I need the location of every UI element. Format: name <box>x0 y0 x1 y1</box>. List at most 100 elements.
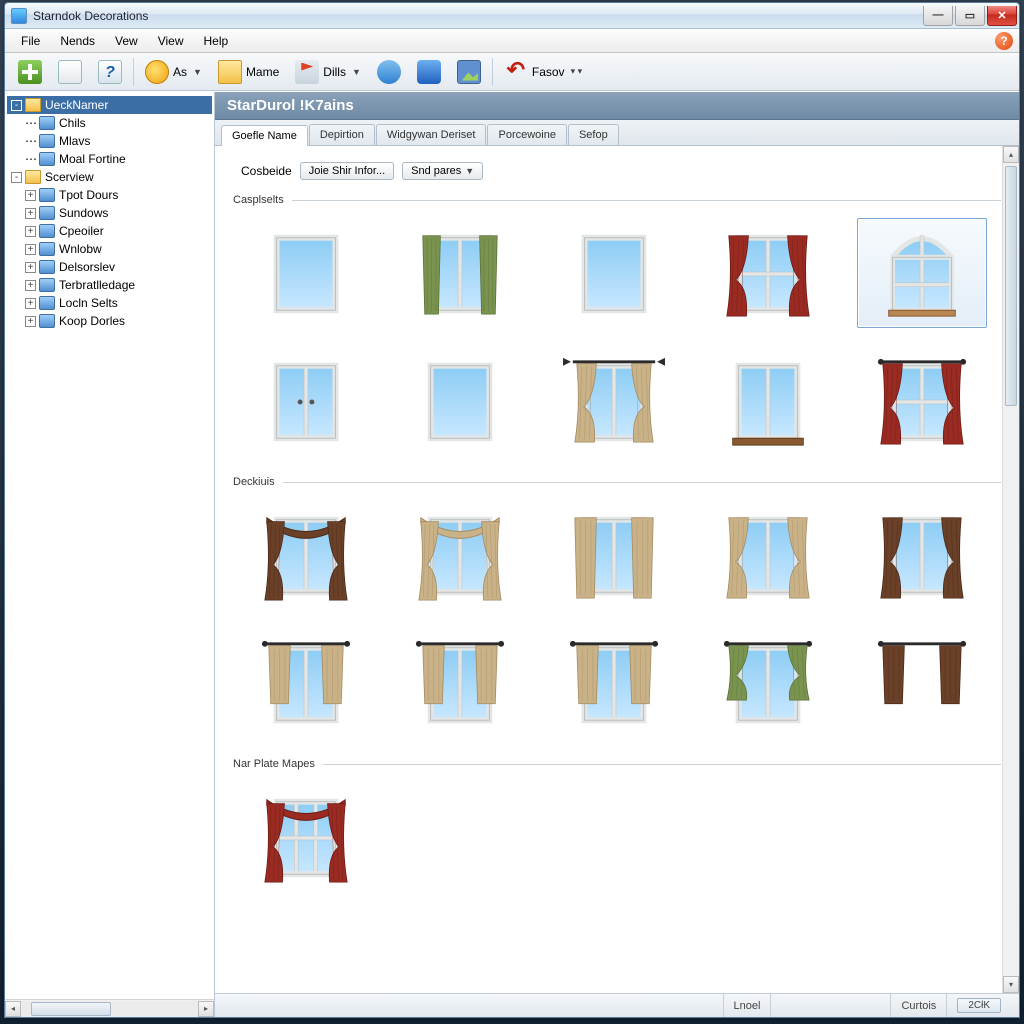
tab-goefle[interactable]: Goefle Name <box>221 125 308 146</box>
tree-item[interactable]: +Sundows <box>7 204 212 222</box>
tree-item[interactable]: +Terbratlledage <box>7 276 212 294</box>
tb-flag[interactable]: Dills▼ <box>288 56 368 88</box>
tree-label: Delsorslev <box>59 260 115 274</box>
section-1-title: Casplselts <box>233 194 284 206</box>
drape-tan-short-1[interactable] <box>241 628 371 738</box>
tree-root-2[interactable]: - Scerview <box>7 168 212 186</box>
tree-label: Tpot Dours <box>59 188 118 202</box>
window-arched[interactable] <box>857 218 987 328</box>
menu-help[interactable]: Help <box>194 31 239 51</box>
tb-pic[interactable] <box>450 56 488 88</box>
drape-green-tied[interactable] <box>703 628 833 738</box>
tree-label: Scerview <box>45 170 94 184</box>
tb-fasov-label: Fasov <box>532 65 565 79</box>
drape-tan-tied[interactable] <box>703 500 833 610</box>
tree-label: Locln Selts <box>59 296 118 310</box>
app-icon <box>11 8 27 24</box>
tab-sefop[interactable]: Sefop <box>568 124 619 145</box>
scroll-thumb[interactable] <box>31 1002 111 1016</box>
drape-brown-tied[interactable] <box>857 500 987 610</box>
node-icon <box>39 260 55 274</box>
divider <box>292 200 1001 201</box>
tb-doc[interactable] <box>51 56 89 88</box>
expand-icon[interactable]: + <box>25 262 36 273</box>
tb-search[interactable]: As▼ <box>138 56 209 88</box>
expand-icon[interactable]: - <box>11 172 22 183</box>
tree-item[interactable]: + Delsorslev <box>7 258 212 276</box>
expand-icon[interactable]: + <box>25 280 36 291</box>
tb-mame-label: Mame <box>246 65 279 79</box>
scroll-thumb[interactable] <box>1005 166 1017 406</box>
tree-item[interactable]: ⋯Mlavs <box>7 132 212 150</box>
window-sash[interactable] <box>703 346 833 456</box>
content-area: Cosbeide Joie Shir Infor... Snd pares▼ C… <box>215 146 1019 993</box>
toolbar: ? As▼ Mame Dills▼ Fasov▾ ▾ <box>5 53 1019 91</box>
expand-icon[interactable]: + <box>25 244 36 255</box>
expand-icon[interactable]: - <box>11 100 22 111</box>
drape-tan-swag[interactable] <box>395 500 525 610</box>
tree-item[interactable]: ⋯Chils <box>7 114 212 132</box>
menu-file[interactable]: File <box>11 31 50 51</box>
window-tan-open-rod[interactable] <box>549 346 679 456</box>
expand-icon[interactable]: + <box>25 190 36 201</box>
menu-nerds[interactable]: Nends <box>50 31 105 51</box>
tb-query[interactable]: ? <box>91 56 129 88</box>
tree-item[interactable]: +Cpeoiler <box>7 222 212 240</box>
titlebar: Starndok Decorations — ▭ ✕ <box>5 3 1019 29</box>
tree-item[interactable]: + Locln Selts <box>7 294 212 312</box>
menu-view[interactable]: View <box>148 31 194 51</box>
tab-depirtion[interactable]: Depirtion <box>309 124 375 145</box>
window-green-drapes[interactable] <box>395 218 525 328</box>
cosbeide-label: Cosbeide <box>241 164 292 178</box>
tree-label: Wnlobw <box>59 242 102 256</box>
drape-tan-straight[interactable] <box>549 500 679 610</box>
tree: -UeckNamer ⋯Chils ⋯Mlavs ⋯Moal Fortine -… <box>5 92 214 999</box>
tree-root-1[interactable]: -UeckNamer <box>7 96 212 114</box>
drape-tan-short-2[interactable] <box>395 628 525 738</box>
tree-item[interactable]: + Wnlobw <box>7 240 212 258</box>
window-casement[interactable] <box>241 346 371 456</box>
window-plain-1[interactable] <box>241 218 371 328</box>
gallery-2 <box>233 496 1001 750</box>
document-icon <box>58 60 82 84</box>
expand-icon[interactable]: + <box>25 298 36 309</box>
tb-add[interactable] <box>11 56 49 88</box>
tabstrip: Goefle Name Depirtion Widgywan Deriset P… <box>215 120 1019 146</box>
tb-folder[interactable]: Mame <box>211 56 286 88</box>
tb-tool[interactable] <box>370 56 408 88</box>
tb-key[interactable] <box>410 56 448 88</box>
gallery-3 <box>233 778 1001 904</box>
scroll-down[interactable]: ▾ <box>1003 976 1019 993</box>
tree-label: Chils <box>59 116 86 130</box>
window-red-tied[interactable] <box>703 218 833 328</box>
drape-brown-swag[interactable] <box>241 500 371 610</box>
btn-joie[interactable]: Joie Shir Infor... <box>300 162 394 180</box>
scroll-left[interactable]: ◂ <box>5 1001 21 1017</box>
scroll-right[interactable]: ▸ <box>198 1001 214 1017</box>
maximize-button[interactable]: ▭ <box>955 6 985 26</box>
tab-widgywan[interactable]: Widgywan Deriset <box>376 124 487 145</box>
status-ok-button[interactable]: 2CłK <box>957 998 1001 1013</box>
scroll-up[interactable]: ▴ <box>1003 146 1019 163</box>
window-red-full[interactable] <box>857 346 987 456</box>
drape-tan-short-3[interactable] <box>549 628 679 738</box>
tb-undo[interactable]: Fasov▾ ▾ <box>497 56 589 88</box>
drape-brown-panels[interactable] <box>857 628 987 738</box>
window-plain-2[interactable] <box>549 218 679 328</box>
tree-item[interactable]: +Koop Dorles <box>7 312 212 330</box>
expand-icon[interactable]: + <box>25 226 36 237</box>
expand-icon[interactable]: + <box>25 316 36 327</box>
menu-vew[interactable]: Vew <box>105 31 148 51</box>
node-icon <box>39 224 55 238</box>
tab-porcewoine[interactable]: Porcewoine <box>487 124 566 145</box>
plate-red-drape[interactable] <box>241 782 371 892</box>
expand-icon[interactable]: + <box>25 208 36 219</box>
tree-item[interactable]: ⋯Moal Fortine <box>7 150 212 168</box>
main-panel: StarDurol !K7ains Goefle Name Depirtion … <box>215 92 1019 1017</box>
close-button[interactable]: ✕ <box>987 6 1017 26</box>
minimize-button[interactable]: — <box>923 6 953 26</box>
window-tall[interactable] <box>395 346 525 456</box>
tree-item[interactable]: + Tpot Dours <box>7 186 212 204</box>
help-icon[interactable]: ? <box>995 32 1013 50</box>
btn-snd[interactable]: Snd pares▼ <box>402 162 483 180</box>
